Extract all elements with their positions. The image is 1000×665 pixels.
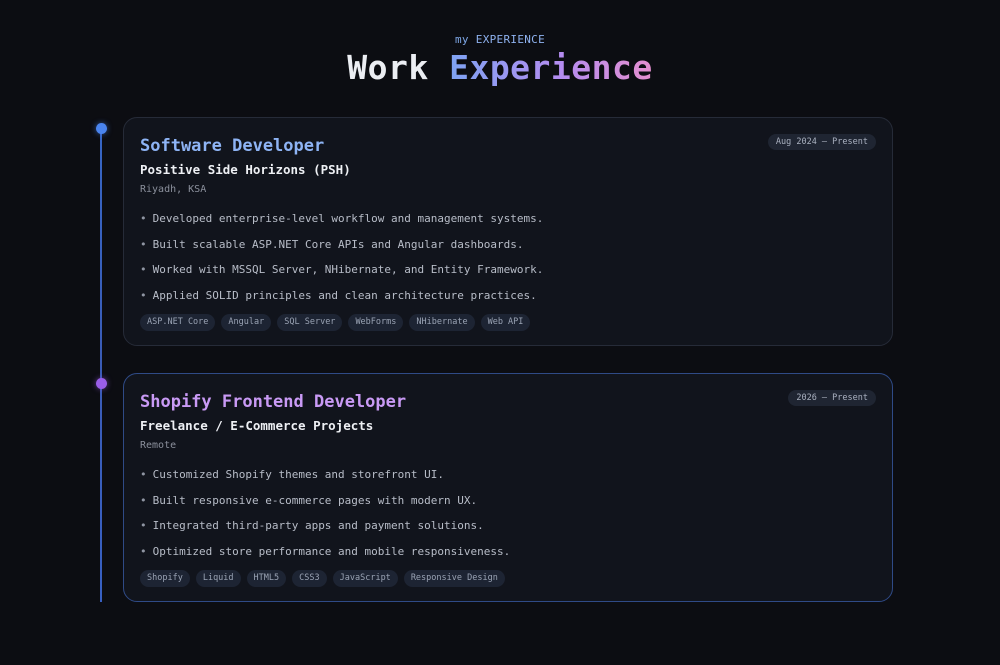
responsibility-item: • Built scalable ASP.NET Core APIs and An… [140, 237, 524, 251]
tech-tag: JavaScript [332, 570, 398, 587]
job-title: Software Developer [140, 136, 325, 156]
title-plain: Work [347, 48, 429, 87]
date-badge: 2026 – Present [788, 390, 876, 406]
job-location: Riyadh, KSA [140, 184, 207, 195]
responsibility-item: • Worked with MSSQL Server, NHibernate, a… [140, 263, 544, 276]
tech-tag: CSS3 [292, 570, 327, 587]
timeline-dot [95, 378, 107, 389]
tech-tag: SQL Server [277, 314, 343, 331]
timeline-line [100, 128, 102, 602]
responsibility-list: • Developed enterprise-level workflow and… [140, 212, 876, 303]
section-title: Work Experience [0, 48, 1000, 87]
experience-section: my EXPERIENCE Work Experience Aug 2024 –… [0, 0, 1000, 665]
responsibility-item: • Integrated third-party apps and payment… [140, 519, 484, 532]
tech-tag: ASP.NET Core [140, 314, 216, 331]
experience-card: Aug 2024 – Present Software Developer Po… [123, 117, 893, 346]
job-title: Shopify Frontend Developer [140, 392, 407, 412]
responsibility-item: • Developed enterprise-level workflow and… [140, 212, 544, 225]
responsibility-item: • Applied SOLID principles and clean arch… [140, 288, 537, 302]
tech-tag: Web API [480, 314, 531, 331]
tech-tag: HTML5 [246, 570, 287, 587]
responsibility-item: • Built responsive e-commerce pages with … [140, 493, 478, 507]
tech-tag: Liquid [195, 570, 241, 587]
eyebrow-highlight: EXPERIENCE [475, 33, 546, 46]
experience-card: 2026 – Present Shopify Frontend Develope… [123, 373, 893, 602]
timeline-dot [95, 123, 107, 134]
tech-tag: WebForms [348, 314, 404, 331]
job-location: Remote [140, 440, 177, 451]
company-name: Positive Side Horizons (PSH) [140, 162, 351, 177]
company-name: Freelance / E-Commerce Projects [140, 418, 374, 433]
tech-tags: ASP.NET Core Angular SQL Server WebForms… [140, 314, 876, 331]
tech-tag: Responsive Design [403, 570, 505, 587]
eyebrow-prefix: my [454, 33, 469, 46]
tech-tag: NHibernate [409, 314, 475, 331]
tech-tag: Angular [221, 314, 272, 331]
responsibility-item: • Customized Shopify themes and storefron… [140, 468, 445, 481]
responsibility-list: • Customized Shopify themes and storefron… [140, 468, 876, 559]
tech-tag: Shopify [140, 570, 190, 587]
responsibility-item: • Optimized store performance and mobile … [140, 544, 511, 558]
date-badge: Aug 2024 – Present [767, 134, 876, 150]
title-gradient: Experience [449, 48, 653, 87]
section-eyebrow: my EXPERIENCE [0, 33, 1000, 46]
tech-tags: Shopify Liquid HTML5 CSS3 JavaScript Res… [140, 570, 876, 587]
